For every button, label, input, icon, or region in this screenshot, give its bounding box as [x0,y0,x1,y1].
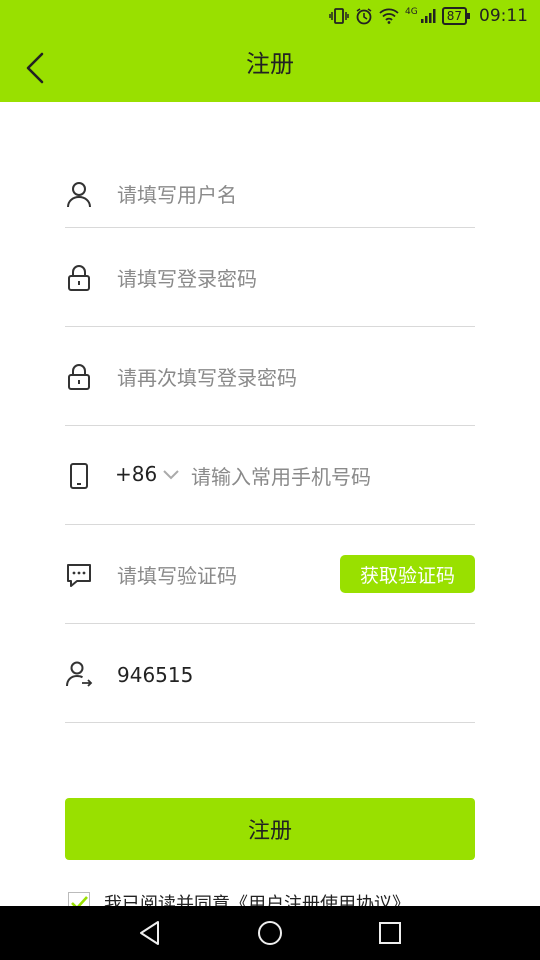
invite-code-input[interactable] [115,654,475,696]
confirm-password-row [65,327,475,426]
get-code-button[interactable]: 获取验证码 [340,555,475,593]
system-nav-bar [0,906,540,960]
vibrate-icon [329,8,349,24]
password-input[interactable] [115,258,475,300]
user-icon [67,182,91,208]
status-time: 09:11 [479,6,528,26]
page-title: 注册 [246,50,294,78]
signal-icon [420,9,436,23]
app-header: 4G 87 09:11 注册 [0,0,540,102]
nav-recent-icon[interactable] [376,919,404,947]
password-row [65,228,475,327]
network-type: 4G [405,7,418,17]
nav-back-icon[interactable] [136,919,164,947]
phone-icon [70,463,88,489]
status-bar: 4G 87 09:11 [0,0,540,36]
nav-home-icon[interactable] [256,919,284,947]
status-icons: 4G 87 09:11 [329,6,528,26]
username-input[interactable] [115,174,475,216]
title-bar: 注册 [0,36,540,102]
wifi-icon [379,8,399,24]
invite-code-row [65,624,475,723]
verify-code-row: 获取验证码 [65,525,475,624]
user-arrow-icon [66,661,93,687]
phone-row: +86 [65,426,475,525]
verify-code-input[interactable] [115,555,335,597]
register-button[interactable]: 注册 [65,798,475,860]
username-row [65,140,475,228]
country-code: +86 [115,462,158,486]
battery-indicator: 87 [441,7,471,25]
alarm-icon [356,8,372,25]
confirm-password-input[interactable] [115,357,475,399]
lock-icon [68,364,90,390]
country-code-selector[interactable]: +86 [115,462,181,486]
lock-icon [68,265,90,291]
message-icon [67,564,91,587]
phone-input[interactable] [189,456,475,498]
register-form: +86 获取验证码 [65,140,475,723]
chevron-down-icon [163,470,179,480]
